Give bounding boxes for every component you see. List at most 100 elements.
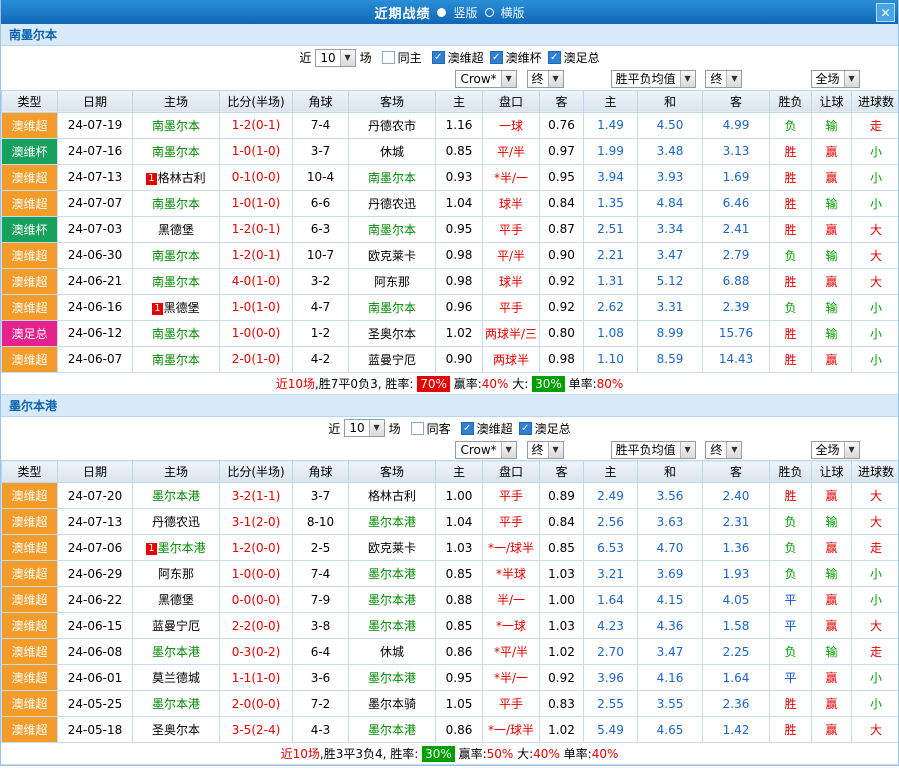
final-score: 4-0(1-0) xyxy=(220,268,293,294)
col-score: 比分(半场) xyxy=(220,90,293,112)
summary-segment: 80% xyxy=(597,377,624,391)
result-goals: 小 xyxy=(852,320,899,346)
result-wdl: 胜 xyxy=(770,138,812,164)
euro-home-odds: 2.21 xyxy=(584,242,638,268)
layout-radio-horizontal[interactable] xyxy=(485,8,494,17)
league-filter[interactable]: ✓澳足总 xyxy=(519,420,571,437)
corner-count: 6-6 xyxy=(293,190,349,216)
col-asia-away: 客 xyxy=(540,90,584,112)
result-goals: 大 xyxy=(852,717,899,743)
match-date: 24-06-07 xyxy=(58,346,133,372)
asia-away-odds: 0.92 xyxy=(540,665,584,691)
asia-provider-select[interactable]: Crow*▼ xyxy=(455,441,516,459)
euro-away-odds: 2.36 xyxy=(703,691,770,717)
asia-stage-select[interactable]: 终▼ xyxy=(527,441,564,459)
league-filter[interactable]: ✓澳维杯 xyxy=(490,49,542,66)
neutral-ground-badge: 1 xyxy=(152,303,162,315)
layout-radio-vertical[interactable] xyxy=(437,8,446,17)
asia-stage-select[interactable]: 终▼ xyxy=(527,70,564,88)
checkbox-unchecked-icon[interactable] xyxy=(382,51,395,64)
result-goals: 大 xyxy=(852,613,899,639)
col-euro-home: 主 xyxy=(584,461,638,483)
euro-home-odds: 2.49 xyxy=(584,483,638,509)
scope-select[interactable]: 全场▼ xyxy=(811,441,860,459)
match-table-body: 澳维超24-07-20墨尔本港3-2(1-1)3-7格林古利1.00平手0.89… xyxy=(2,483,899,743)
final-score: 3-2(1-1) xyxy=(220,483,293,509)
asia-home-odds: 0.85 xyxy=(436,138,483,164)
asia-away-odds: 0.80 xyxy=(540,320,584,346)
chevron-down-icon: ▼ xyxy=(501,442,516,458)
match-count-select[interactable]: 10▼ xyxy=(344,419,384,437)
result-handicap: 赢 xyxy=(812,665,852,691)
euro-home-odds: 1.64 xyxy=(584,587,638,613)
euro-away-odds: 6.88 xyxy=(703,268,770,294)
corner-count: 7-4 xyxy=(293,112,349,138)
euro-home-odds: 3.96 xyxy=(584,665,638,691)
col-home: 主场 xyxy=(133,90,220,112)
col-wdl: 胜负 xyxy=(770,461,812,483)
home-team-name: 莫兰德城 xyxy=(152,671,200,685)
result-wdl: 平 xyxy=(770,665,812,691)
asia-away-odds: 0.98 xyxy=(540,346,584,372)
asia-home-odds: 0.86 xyxy=(436,717,483,743)
col-corner: 角球 xyxy=(293,90,349,112)
euro-away-odds: 2.25 xyxy=(703,639,770,665)
col-handicap: 盘口 xyxy=(483,461,540,483)
asia-stage-value: 终 xyxy=(528,442,548,458)
result-wdl: 胜 xyxy=(770,216,812,242)
checkbox-checked-icon[interactable]: ✓ xyxy=(519,422,532,435)
euro-stage-select[interactable]: 终▼ xyxy=(705,441,742,459)
same-venue-label: 同主 xyxy=(398,49,422,66)
col-asia-away: 客 xyxy=(540,461,584,483)
asia-provider-select[interactable]: Crow*▼ xyxy=(455,70,516,88)
checkbox-checked-icon[interactable]: ✓ xyxy=(548,51,561,64)
league-filter[interactable]: ✓澳维超 xyxy=(461,420,513,437)
column-headers: 类型 日期 主场 比分(半场) 角球 客场 主 盘口 客 主 和 客 胜负 让球… xyxy=(2,461,899,483)
result-wdl: 胜 xyxy=(770,164,812,190)
layout-radio-vertical-label[interactable]: 竖版 xyxy=(453,4,477,21)
euro-away-odds: 2.39 xyxy=(703,294,770,320)
away-team-name: 休城 xyxy=(380,145,404,159)
away-team-name: 欧克莱卡 xyxy=(368,541,416,555)
asia-home-odds: 0.96 xyxy=(436,294,483,320)
chevron-down-icon: ▼ xyxy=(369,420,384,436)
corner-count: 3-2 xyxy=(293,268,349,294)
match-count-select[interactable]: 10▼ xyxy=(315,49,355,67)
euro-provider-select[interactable]: 胜平负均值▼ xyxy=(611,70,696,88)
recent-matches-table: Crow*▼ 终▼ 胜平负均值▼ 终▼ 全场▼ 类型 日期 主场 比分(半场) xyxy=(1,440,899,744)
asia-away-odds: 0.85 xyxy=(540,535,584,561)
euro-provider-select[interactable]: 胜平负均值▼ xyxy=(611,441,696,459)
layout-radio-horizontal-label[interactable]: 横版 xyxy=(501,4,525,21)
home-team: 南墨尔本 xyxy=(133,242,220,268)
checkbox-checked-icon[interactable]: ✓ xyxy=(432,51,445,64)
scope-select[interactable]: 全场▼ xyxy=(811,70,860,88)
result-handicap: 赢 xyxy=(812,164,852,190)
league-filter[interactable]: ✓澳维超 xyxy=(432,49,484,66)
result-goals: 小 xyxy=(852,691,899,717)
asia-away-odds: 0.92 xyxy=(540,268,584,294)
checkbox-checked-icon[interactable]: ✓ xyxy=(461,422,474,435)
league-filter[interactable]: ✓澳足总 xyxy=(548,49,600,66)
league-type-badge: 澳维超 xyxy=(2,639,58,665)
euro-stage-select[interactable]: 终▼ xyxy=(705,70,742,88)
league-type-badge: 澳维超 xyxy=(2,483,58,509)
neutral-ground-badge: 1 xyxy=(146,173,156,185)
checkbox-unchecked-icon[interactable] xyxy=(411,422,424,435)
asia-home-odds: 1.03 xyxy=(436,535,483,561)
result-goals: 小 xyxy=(852,587,899,613)
away-team-name: 墨尔本港 xyxy=(368,515,416,529)
final-score: 1-2(0-1) xyxy=(220,242,293,268)
result-goals: 大 xyxy=(852,242,899,268)
same-venue-filter[interactable]: 同客 xyxy=(411,420,451,437)
close-icon[interactable]: ✕ xyxy=(876,3,895,22)
asia-handicap: 一球 xyxy=(483,112,540,138)
same-venue-filter[interactable]: 同主 xyxy=(382,49,422,66)
asia-home-odds: 1.16 xyxy=(436,112,483,138)
final-score: 0-0(0-0) xyxy=(220,587,293,613)
title-bar: 近期战绩 竖版 横版 ✕ xyxy=(1,0,898,24)
home-team-name: 南墨尔本 xyxy=(152,119,200,133)
home-team: 墨尔本港 xyxy=(133,483,220,509)
home-team: 南墨尔本 xyxy=(133,112,220,138)
checkbox-checked-icon[interactable]: ✓ xyxy=(490,51,503,64)
away-team-name: 蓝曼宁厄 xyxy=(368,353,416,367)
